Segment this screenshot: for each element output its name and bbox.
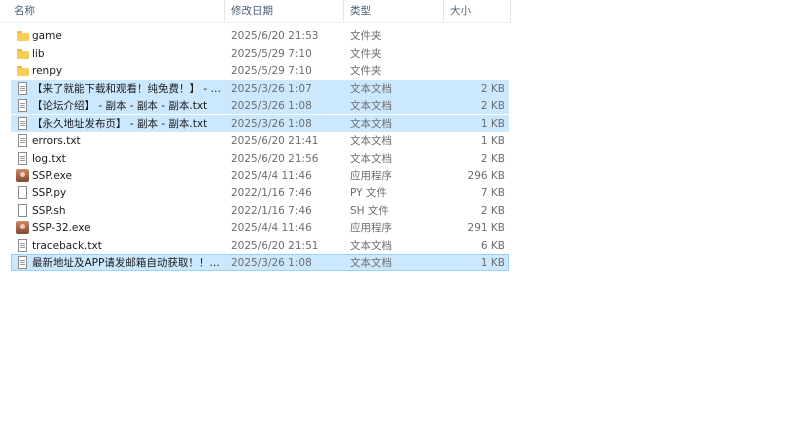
file-row[interactable]: log.txt 2025/6/20 21:56 文本文档 2 KB <box>11 150 509 167</box>
file-size: 296 KB <box>467 170 505 182</box>
file-row[interactable]: 【永久地址发布页】 - 副本 - 副本.txt 2025/3/26 1:08 文本文… <box>11 114 509 132</box>
column-header-size[interactable]: 大小 <box>444 0 510 22</box>
file-modified-date: 2025/3/26 1:07 <box>231 82 312 95</box>
file-size: 7 KB <box>480 187 505 199</box>
application-icon <box>16 221 30 235</box>
file-modified-date: 2025/6/20 21:56 <box>231 152 319 165</box>
file-row[interactable]: renpy 2025/5/29 7:10 文件夹 <box>11 62 509 79</box>
file-type: 文件夹 <box>350 47 382 60</box>
file-modified-date: 2025/3/26 1:08 <box>231 257 312 269</box>
file-row[interactable]: errors.txt 2025/6/20 21:41 文本文档 1 KB <box>11 132 509 149</box>
file-name: 【永久地址发布页】 - 副本 - 副本.txt <box>32 117 208 130</box>
file-modified-date: 2025/5/29 7:10 <box>231 65 312 77</box>
file-type: 文本文档 <box>350 152 392 165</box>
file-row[interactable]: 【来了就能下载和观看！纯免费！】 - 副... 2025/3/26 1:07 文本文… <box>11 79 509 97</box>
file-row[interactable]: lib 2025/5/29 7:10 文件夹 <box>11 45 509 62</box>
file-name: SSP.exe <box>32 170 72 182</box>
file-type: 文本文档 <box>350 117 392 130</box>
file-type: 文本文档 <box>350 82 392 95</box>
file-row[interactable]: traceback.txt 2025/6/20 21:51 文本文档 6 KB <box>11 237 509 254</box>
file-type: 文本文档 <box>350 257 392 269</box>
file-modified-date: 2025/6/20 21:53 <box>231 30 319 42</box>
file-icon <box>16 203 30 218</box>
file-name: errors.txt <box>32 135 81 147</box>
file-name: SSP-32.exe <box>32 222 91 234</box>
file-size: 2 KB <box>480 100 505 112</box>
text-file-icon <box>16 238 30 253</box>
file-size: 2 KB <box>480 204 505 217</box>
file-modified-date: 2025/3/26 1:08 <box>231 117 312 130</box>
file-row[interactable]: SSP.sh 2022/1/16 7:46 SH 文件 2 KB <box>11 202 509 219</box>
text-file-icon <box>16 151 30 166</box>
file-size: 1 KB <box>480 135 505 147</box>
file-modified-date: 2025/6/20 21:51 <box>231 239 319 252</box>
text-file-icon <box>16 99 30 113</box>
text-file-icon <box>16 256 30 270</box>
file-type: 文件夹 <box>350 65 382 77</box>
column-header-type[interactable]: 类型 <box>344 0 443 22</box>
file-row[interactable]: 【论坛介绍】 - 副本 - 副本 - 副本.txt 2025/3/26 1:08 文… <box>11 97 509 115</box>
file-row[interactable]: 最新地址及APP请发邮箱自动获取！！！... 2025/3/26 1:08 文本文档… <box>11 254 509 272</box>
file-size: 1 KB <box>480 117 505 130</box>
text-file-icon <box>16 116 30 131</box>
column-header-modified[interactable]: 修改日期 <box>225 0 343 22</box>
file-name: game <box>32 30 62 42</box>
file-name: 【来了就能下载和观看！纯免费！】 - 副... <box>32 82 222 95</box>
file-modified-date: 2025/4/4 11:46 <box>231 222 312 234</box>
file-name: SSP.sh <box>32 204 66 217</box>
file-modified-date: 2022/1/16 7:46 <box>231 187 312 199</box>
file-type: PY 文件 <box>350 187 387 199</box>
file-name: log.txt <box>32 152 66 165</box>
file-row[interactable]: SSP-32.exe 2025/4/4 11:46 应用程序 291 KB <box>11 219 509 236</box>
application-icon <box>16 169 30 183</box>
file-row[interactable]: game 2025/6/20 21:53 文件夹 <box>11 27 509 44</box>
file-size: 1 KB <box>480 257 505 269</box>
file-icon <box>16 186 30 200</box>
file-size: 291 KB <box>467 222 505 234</box>
file-name: traceback.txt <box>32 239 102 252</box>
file-name: renpy <box>32 65 63 77</box>
text-file-icon <box>16 81 30 96</box>
file-size: 6 KB <box>480 239 505 252</box>
file-type: 文本文档 <box>350 239 392 252</box>
file-modified-date: 2025/6/20 21:41 <box>231 135 319 147</box>
column-header-name[interactable]: 名称 <box>8 0 224 22</box>
file-type: 应用程序 <box>350 170 392 182</box>
file-size: 2 KB <box>480 152 505 165</box>
file-type: 文件夹 <box>350 30 382 42</box>
file-type: 文本文档 <box>350 135 392 147</box>
column-divider[interactable] <box>510 0 511 22</box>
file-name: SSP.py <box>32 187 67 199</box>
file-modified-date: 2025/3/26 1:08 <box>231 100 312 112</box>
file-name: 最新地址及APP请发邮箱自动获取！！！... <box>32 257 222 269</box>
file-modified-date: 2025/4/4 11:46 <box>231 170 312 182</box>
file-type: 应用程序 <box>350 222 392 234</box>
file-size: 2 KB <box>480 82 505 95</box>
text-file-icon <box>16 134 30 148</box>
file-name: lib <box>32 47 45 60</box>
file-row[interactable]: SSP.exe 2025/4/4 11:46 应用程序 296 KB <box>11 167 509 184</box>
file-type: SH 文件 <box>350 204 389 217</box>
file-row[interactable]: SSP.py 2022/1/16 7:46 PY 文件 7 KB <box>11 184 509 201</box>
file-modified-date: 2022/1/16 7:46 <box>231 204 312 217</box>
file-modified-date: 2025/5/29 7:10 <box>231 47 312 60</box>
folder-icon <box>16 47 30 61</box>
folder-icon <box>16 64 30 78</box>
column-header-bar: ^ 名称 修改日期 类型 大小 <box>0 0 512 23</box>
file-name: 【论坛介绍】 - 副本 - 副本 - 副本.txt <box>32 100 208 112</box>
folder-icon <box>16 29 30 43</box>
file-type: 文本文档 <box>350 100 392 112</box>
